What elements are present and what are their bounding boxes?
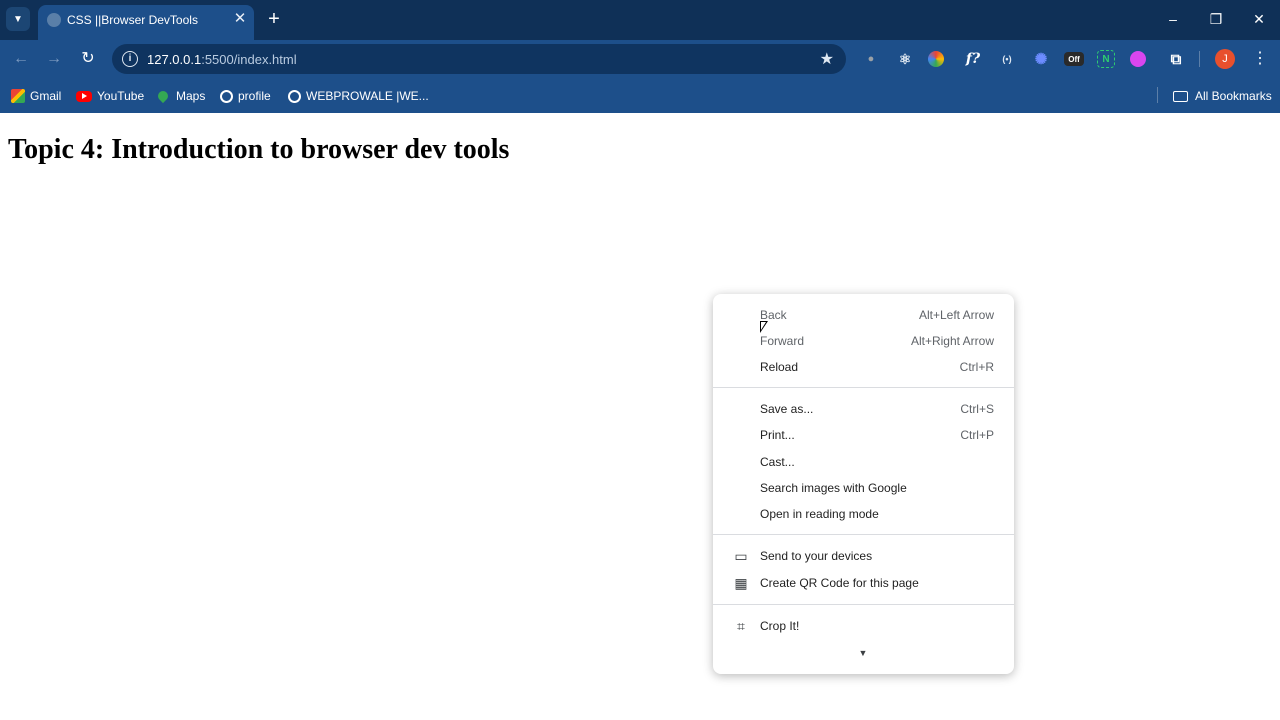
globe-icon [288, 89, 301, 103]
menu-divider [713, 534, 1014, 535]
address-bar[interactable]: i 127.0.0.1:5500/index.html ★ [112, 44, 846, 74]
font-finder-icon[interactable]: f? [962, 48, 984, 70]
menu-divider [713, 604, 1014, 605]
forward-arrow-icon[interactable]: → [42, 47, 66, 71]
crop-icon: ⌗ [737, 618, 745, 634]
react-devtools-icon[interactable]: ⚛ [894, 48, 916, 70]
tab-search-button[interactable]: ▼ [6, 7, 30, 31]
toolbar: ← → ↻ i 127.0.0.1:5500/index.html ★ ● ⚛ … [0, 40, 1280, 78]
menu-item-qr-code[interactable]: ▦ Create QR Code for this page [713, 570, 1014, 596]
all-bookmarks-button[interactable]: All Bookmarks [1173, 87, 1272, 105]
menu-item-reading-mode[interactable]: Open in reading mode [713, 501, 1014, 527]
extension-off-icon[interactable]: Off [1064, 52, 1084, 66]
toolbar-divider [1199, 51, 1200, 67]
tab-strip: ▼ CSS ||Browser DevTools ✕ + – ❐ ✕ [0, 0, 1280, 40]
globe-icon [220, 89, 233, 103]
menu-item-forward[interactable]: Forward Alt+Right Arrow [713, 328, 1014, 354]
restore-icon[interactable]: ❐ [1203, 8, 1229, 30]
extension-icon[interactable]: N [1097, 50, 1115, 68]
folder-icon [1173, 90, 1188, 102]
tab-title: CSS ||Browser DevTools [67, 13, 198, 27]
menu-item-search-images[interactable]: Search images with Google [713, 475, 1014, 501]
extension-icon[interactable]: (•) [996, 48, 1018, 70]
gmail-icon [11, 89, 25, 103]
bookmark-webprowale[interactable]: WEBPROWALE |WE... [288, 87, 429, 105]
bookmark-star-icon[interactable]: ★ [820, 49, 834, 69]
bookmark-gmail[interactable]: Gmail [11, 87, 61, 105]
color-picker-icon[interactable] [928, 51, 944, 67]
more-vert-icon[interactable]: ⋮ [1250, 47, 1270, 71]
send-to-devices-icon: ▭ [734, 548, 748, 564]
menu-item-back[interactable]: Back Alt+Left Arrow [713, 302, 1014, 328]
bookmarks-divider [1157, 87, 1158, 103]
maps-icon [155, 88, 171, 104]
url-text[interactable]: 127.0.0.1:5500/index.html [147, 52, 297, 67]
bookmark-profile[interactable]: profile [220, 87, 271, 105]
bookmarks-bar: Gmail YouTube Maps profile WEBPROWALE |W… [0, 78, 1280, 113]
bookmark-youtube[interactable]: YouTube [76, 87, 144, 105]
screen-recorder-icon[interactable] [1130, 51, 1146, 67]
chevron-down-icon[interactable]: ▼ [856, 648, 870, 658]
qr-code-icon: ▦ [734, 575, 748, 591]
menu-item-send-to-devices[interactable]: ▭ Send to your devices [713, 543, 1014, 569]
avatar[interactable]: J [1215, 49, 1235, 69]
menu-item-print[interactable]: Print... Ctrl+P [713, 422, 1014, 448]
extension-icon[interactable]: ● [860, 48, 882, 70]
context-menu: Back Alt+Left Arrow Forward Alt+Right Ar… [713, 294, 1014, 674]
menu-item-crop-it[interactable]: ⌗ Crop It! [713, 613, 1014, 639]
menu-item-cast[interactable]: Cast... [713, 449, 1014, 475]
back-arrow-icon[interactable]: ← [9, 47, 33, 71]
extensions-puzzle-icon[interactable]: ⧉ [1165, 48, 1187, 70]
bookmark-maps[interactable]: Maps [155, 87, 205, 105]
youtube-icon [76, 90, 92, 102]
new-tab-button[interactable]: + [264, 9, 284, 29]
close-window-icon[interactable]: ✕ [1246, 8, 1272, 30]
gear-icon[interactable]: ✺ [1030, 48, 1052, 70]
mouse-cursor [760, 321, 768, 333]
close-icon[interactable]: ✕ [232, 10, 248, 28]
site-info-icon[interactable]: i [122, 51, 138, 67]
minimize-icon[interactable]: – [1160, 8, 1186, 30]
menu-item-save-as[interactable]: Save as... Ctrl+S [713, 396, 1014, 422]
reload-icon[interactable]: ↻ [76, 47, 100, 71]
menu-item-reload[interactable]: Reload Ctrl+R [713, 354, 1014, 380]
globe-icon [47, 13, 61, 27]
page-title: Topic 4: Introduction to browser dev too… [8, 134, 510, 165]
menu-divider [713, 387, 1014, 388]
tab-active[interactable]: CSS ||Browser DevTools ✕ [38, 5, 254, 40]
